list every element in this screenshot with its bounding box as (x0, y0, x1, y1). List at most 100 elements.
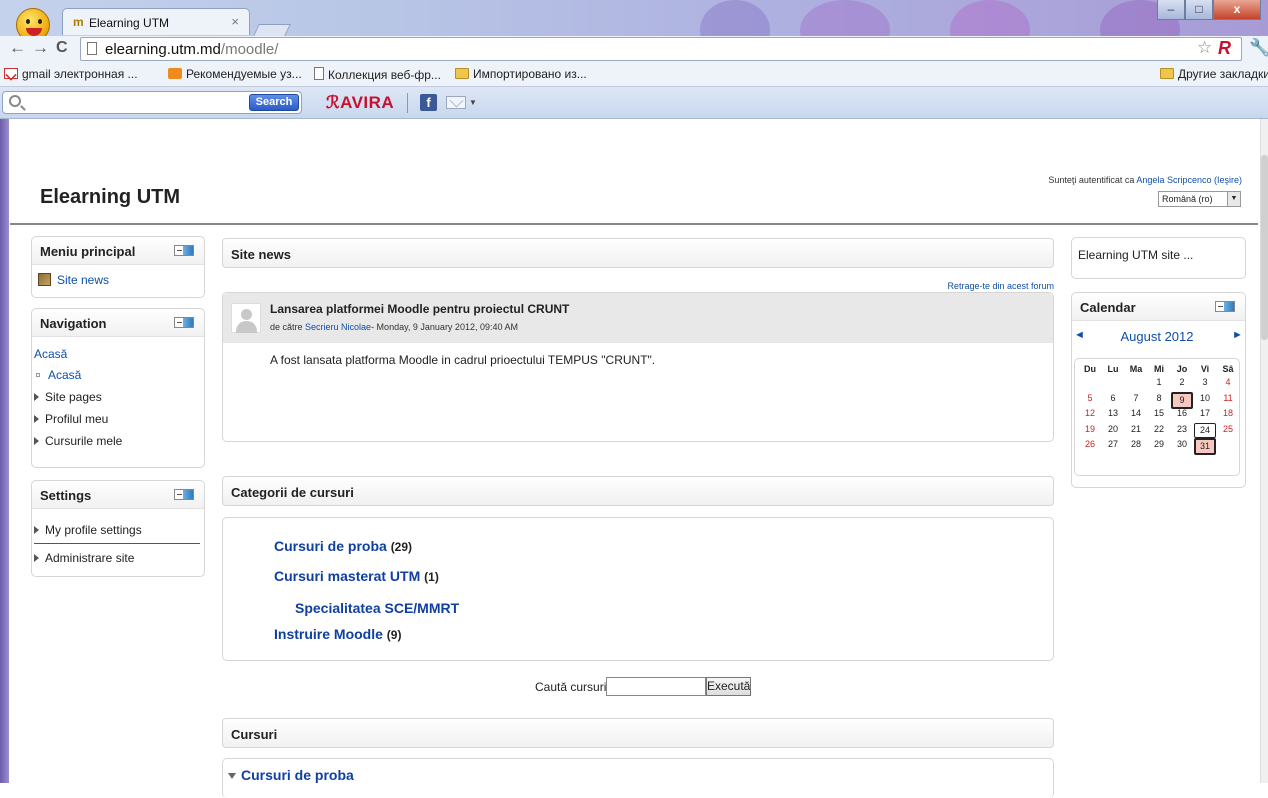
calendar-day[interactable]: 21 (1125, 423, 1147, 436)
calendar-day[interactable]: 8 (1148, 392, 1170, 405)
back-arrow-icon[interactable]: ← (9, 38, 26, 58)
avira-extension-icon[interactable]: R (1218, 38, 1231, 59)
calendar-weekday: Lu (1107, 364, 1119, 374)
post-author-link[interactable]: Secrieru Nicolae (305, 322, 371, 332)
calendar-day[interactable]: 5 (1079, 392, 1101, 405)
calendar-day[interactable]: 11 (1217, 392, 1239, 405)
block-title: Calendar (1080, 300, 1136, 315)
logout-link[interactable]: (Ieşire) (1214, 175, 1242, 185)
settings-item-profile[interactable]: My profile settings (34, 523, 142, 537)
calendar-day[interactable]: 2 (1171, 376, 1193, 389)
nav-home[interactable]: Acasă (34, 347, 67, 361)
calendar-day[interactable]: 7 (1125, 392, 1147, 405)
facebook-icon[interactable]: f (420, 94, 437, 111)
section-title: Site news (231, 247, 291, 262)
bookmark-star-icon[interactable]: ☆ (1197, 38, 1212, 58)
calendar-day[interactable]: 3 (1194, 376, 1216, 389)
calendar-day[interactable]: 9 (1171, 391, 1193, 409)
calendar-day[interactable]: 24 (1194, 422, 1216, 438)
site-title: Elearning UTM (40, 186, 181, 208)
course-category-collapsible: Cursuri de proba (222, 758, 1054, 798)
subcategory-link[interactable]: Specialitatea SCE/MMRT (295, 600, 459, 616)
calendar-day[interactable]: 14 (1125, 407, 1147, 420)
nav-item-profile[interactable]: Profilul meu (34, 412, 108, 426)
nav-item-site-pages[interactable]: Site pages (34, 390, 102, 404)
mail-icon[interactable] (446, 96, 466, 109)
calendar-day[interactable]: 29 (1148, 438, 1170, 451)
toolbar-search-input[interactable]: Search (2, 91, 302, 114)
calendar-day[interactable]: 1 (1148, 376, 1170, 389)
calendar-day[interactable]: 30 (1171, 438, 1193, 451)
avira-logo[interactable]: ℛAVIRA (326, 93, 394, 113)
calendar-month[interactable]: August 2012 (1072, 329, 1242, 344)
block-title: Settings (40, 488, 92, 503)
calendar-day[interactable]: 19 (1079, 423, 1101, 436)
block-navigation: Navigation Acasă Acasă Site pages Profil… (31, 308, 205, 468)
new-tab-button[interactable] (253, 24, 291, 36)
calendar-day[interactable]: 10 (1194, 392, 1216, 405)
bookmark-gmail[interactable]: gmail электронная ... (4, 67, 138, 81)
reload-icon[interactable]: C (56, 39, 68, 57)
header-divider (10, 223, 1258, 225)
user-profile-link[interactable]: Angela Scripcenco (1136, 175, 1211, 185)
course-category-toggle[interactable]: Cursuri de proba (228, 767, 354, 783)
wrench-menu-icon[interactable]: 🔧 (1249, 38, 1268, 58)
bookmark-recommended[interactable]: Рекомендуемые уз... (168, 67, 302, 81)
calendar-day[interactable]: 4 (1217, 376, 1239, 389)
calendar-weekday: Du (1084, 364, 1096, 374)
chevron-down-icon[interactable]: ▼ (469, 98, 477, 107)
window-maximize-button[interactable]: □ (1185, 0, 1213, 20)
category-link[interactable]: Instruire Moodle (9) (274, 626, 401, 642)
bookmark-imported[interactable]: Импортировано из... (455, 67, 587, 81)
category-link[interactable]: Cursuri de proba (29) (274, 538, 412, 554)
calendar-day[interactable]: 25 (1217, 423, 1239, 436)
calendar-day[interactable]: 31 (1194, 438, 1216, 455)
calendar-day[interactable]: 13 (1102, 407, 1124, 420)
dock-icon[interactable] (174, 245, 194, 256)
calendar-next-icon[interactable]: ► (1232, 329, 1243, 341)
forward-arrow-icon[interactable]: → (32, 38, 49, 58)
calendar-day[interactable]: 20 (1102, 423, 1124, 436)
section-title: Cursuri (231, 727, 278, 742)
calendar-day[interactable]: 23 (1171, 423, 1193, 436)
post-subject: Lansarea platformei Moodle pentru proiec… (270, 302, 570, 316)
scrollbar-thumb[interactable] (1261, 155, 1268, 340)
toolbar-search-button[interactable]: Search (249, 94, 299, 111)
language-select[interactable]: Română (ro) ▼ (1158, 191, 1241, 207)
tab-close-icon[interactable]: × (231, 14, 239, 29)
unsubscribe-link[interactable]: Retrage-te din acest forum (870, 281, 1054, 291)
bookmark-collection[interactable]: Коллекция веб-фр... (314, 67, 441, 82)
url-text: elearning.utm.md/moodle/ (105, 41, 279, 58)
window-minimize-button[interactable]: – (1157, 0, 1185, 20)
calendar-day[interactable]: 16 (1171, 407, 1193, 420)
calendar-day[interactable]: 27 (1102, 438, 1124, 451)
course-search-button[interactable]: Execută (706, 677, 751, 696)
calendar-day[interactable]: 26 (1079, 438, 1101, 451)
calendar-day[interactable]: 6 (1102, 392, 1124, 405)
dock-icon[interactable] (1215, 301, 1235, 312)
block-main-menu: Meniu principal Site news (31, 236, 205, 298)
dock-icon[interactable] (174, 489, 194, 500)
course-search-label: Caută cursuri: (535, 680, 610, 694)
tab-elearning[interactable]: m Elearning UTM × (62, 8, 250, 35)
calendar-day[interactable]: 18 (1217, 407, 1239, 420)
calendar-day[interactable]: 15 (1148, 407, 1170, 420)
bookmark-other[interactable]: Другие закладки (1160, 67, 1268, 81)
settings-item-admin[interactable]: Administrare site (34, 551, 134, 565)
calendar-day[interactable]: 17 (1194, 407, 1216, 420)
course-search-input[interactable] (606, 677, 706, 696)
sidebar-item-site-news[interactable]: Site news (38, 273, 109, 287)
categories-header: Categorii de cursuri (222, 476, 1054, 506)
url-input[interactable]: elearning.utm.md/moodle/ (80, 37, 1242, 61)
calendar-day[interactable]: 28 (1125, 438, 1147, 451)
window-close-button[interactable]: x (1213, 0, 1261, 20)
calendar-day[interactable]: 22 (1148, 423, 1170, 436)
category-link[interactable]: Cursuri masterat UTM (1) (274, 568, 439, 584)
nav-item-my-courses[interactable]: Cursurile mele (34, 434, 122, 448)
gmail-icon (4, 68, 18, 79)
avatar[interactable] (231, 303, 261, 333)
calendar-day[interactable]: 12 (1079, 407, 1101, 420)
dock-icon[interactable] (174, 317, 194, 328)
tab-title: Elearning UTM (89, 16, 170, 30)
nav-item-home[interactable]: Acasă (34, 368, 81, 382)
